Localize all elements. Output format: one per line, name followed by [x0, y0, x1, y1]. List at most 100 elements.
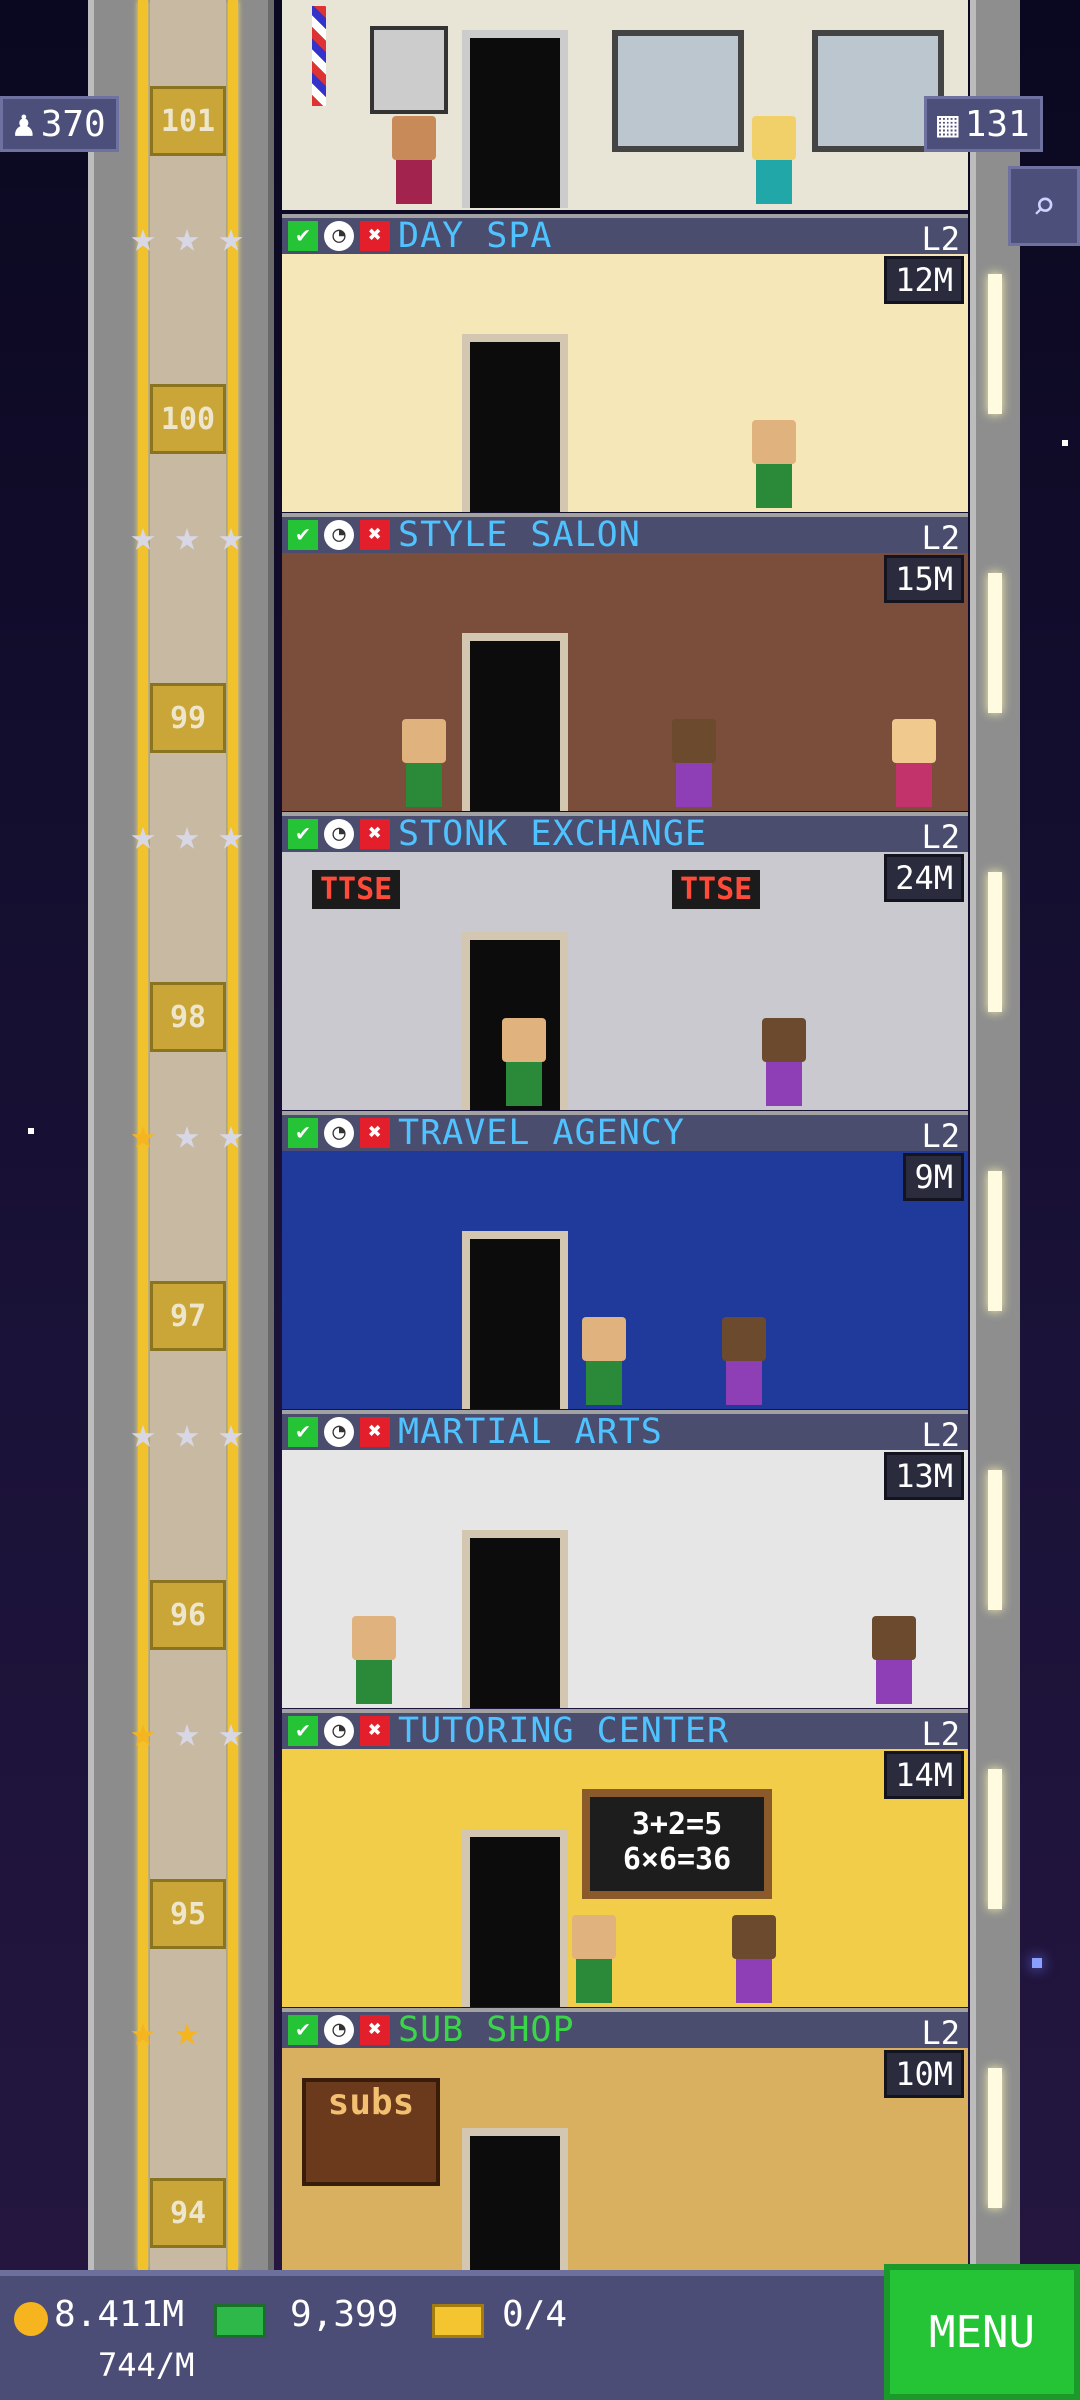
floor-95[interactable]: ✔ ◔ ✖ TUTORING CENTER L2 14M 3+2=5 6×6=36: [282, 1709, 968, 2007]
search-button[interactable]: ⌕: [1008, 166, 1080, 246]
elevator-door: [462, 1829, 568, 2007]
bitizen[interactable]: [392, 116, 436, 204]
clock-icon: ◔: [324, 221, 354, 251]
chalkboard: 3+2=5 6×6=36: [582, 1789, 772, 1899]
wall-picture: [370, 26, 448, 114]
floor-title-bar[interactable]: ✔ ◔ ✖ TUTORING CENTER L2: [282, 1709, 968, 1753]
floor-name: DAY SPA: [398, 216, 553, 256]
bitizen[interactable]: [582, 1317, 626, 1405]
floor-title-bar[interactable]: ✔ ◔ ✖ STONK EXCHANGE L2: [282, 812, 968, 856]
floor-room[interactable]: 14M 3+2=5 6×6=36: [282, 1749, 968, 2007]
elevator-door: [462, 1231, 568, 1409]
checkmark-icon: ✔: [288, 520, 318, 550]
silver-star-icon: ★: [130, 810, 156, 859]
floor-room[interactable]: 15M: [282, 553, 968, 811]
wall-light: [988, 1171, 1002, 1311]
wall-light: [988, 573, 1002, 713]
floor-room[interactable]: 13M: [282, 1450, 968, 1708]
floor-stars: ★ ★: [122, 2010, 262, 2060]
floor-94[interactable]: ✔ ◔ ✖ SUB SHOP L2 10M subs: [282, 2008, 968, 2306]
floor-96[interactable]: ✔ ◔ ✖ MARTIAL ARTS L2 13M: [282, 1410, 968, 1708]
floor-97[interactable]: ✔ ◔ ✖ TRAVEL AGENCY L2 9M: [282, 1111, 968, 1409]
floor-price-tag: 15M: [884, 555, 964, 603]
floor-number: 98: [150, 982, 226, 1052]
floors-badge[interactable]: ▦ 131: [924, 96, 1043, 152]
floor-98[interactable]: ✔ ◔ ✖ STONK EXCHANGE L2 24M TTSE TTSE: [282, 812, 968, 1110]
checkmark-icon: ✔: [288, 1716, 318, 1746]
wall-light: [988, 872, 1002, 1012]
bitizen[interactable]: [502, 1018, 546, 1106]
floor-name: STONK EXCHANGE: [398, 814, 708, 854]
clock-icon: ◔: [324, 1716, 354, 1746]
floor-price-tag: 14M: [884, 1751, 964, 1799]
floor-99[interactable]: ✔ ◔ ✖ STYLE SALON L2 15M: [282, 513, 968, 811]
close-icon: ✖: [360, 1417, 390, 1447]
barber-pole: [312, 6, 326, 106]
silver-star-icon: ★: [218, 810, 244, 859]
bitizen[interactable]: [752, 420, 796, 508]
clock-icon: ◔: [324, 1118, 354, 1148]
mirror: [612, 30, 744, 152]
bitizen[interactable]: [572, 1915, 616, 2003]
wall-light: [988, 1470, 1002, 1610]
floor-room[interactable]: 24M TTSE TTSE: [282, 852, 968, 1110]
elevator-door: [462, 30, 568, 208]
wall-light: [988, 1769, 1002, 1909]
floor-level: L2: [921, 519, 960, 557]
floor-price-tag: 9M: [903, 1153, 964, 1201]
floor-101-room[interactable]: [282, 0, 968, 210]
silver-star-icon: ★: [218, 1109, 244, 1158]
floor-100[interactable]: ✔ ◔ ✖ DAY SPA L2 12M: [282, 214, 968, 512]
floor-number: 100: [150, 384, 226, 454]
silver-star-icon: ★: [130, 1408, 156, 1457]
checkmark-icon: ✔: [288, 819, 318, 849]
silver-star-icon: ★: [174, 511, 200, 560]
floor-name: STYLE SALON: [398, 515, 641, 555]
star: [1062, 440, 1068, 446]
bitizen[interactable]: [732, 1915, 776, 2003]
silver-star-icon: ★: [130, 212, 156, 261]
menu-button[interactable]: MENU: [884, 2264, 1080, 2400]
bux-value: 9,399: [290, 2294, 399, 2335]
bitizen[interactable]: [722, 1317, 766, 1405]
silver-star-icon: ★: [174, 1109, 200, 1158]
floor-room[interactable]: 12M: [282, 254, 968, 512]
close-icon: ✖: [360, 1118, 390, 1148]
floor-price-tag: 12M: [884, 256, 964, 304]
floor-number: 95: [150, 1879, 226, 1949]
floor-level: L2: [921, 1416, 960, 1454]
silver-star-icon: ★: [218, 511, 244, 560]
coin-icon: [14, 2302, 48, 2336]
floor-title-bar[interactable]: ✔ ◔ ✖ TRAVEL AGENCY L2: [282, 1111, 968, 1155]
floor-title-bar[interactable]: ✔ ◔ ✖ MARTIAL ARTS L2: [282, 1410, 968, 1454]
floor-stars: ★ ★ ★: [122, 216, 262, 266]
subs-sign: subs: [302, 2078, 440, 2186]
bitizen[interactable]: [352, 1616, 396, 1704]
bitizen[interactable]: [402, 719, 446, 807]
bitizen[interactable]: [892, 719, 936, 807]
gold-star-icon: ★: [130, 1707, 156, 1756]
checkmark-icon: ✔: [288, 2015, 318, 2045]
floor-room[interactable]: 10M subs: [282, 2048, 968, 2306]
bitizen[interactable]: [872, 1616, 916, 1704]
building-icon: ▦: [937, 103, 959, 145]
population-badge[interactable]: ♟ 370: [0, 96, 119, 152]
floor-stars: ★ ★ ★: [122, 1412, 262, 1462]
chalkboard-line: 6×6=36: [622, 1842, 732, 1877]
floor-name: TRAVEL AGENCY: [398, 1113, 685, 1153]
coin-rate: 744/M: [98, 2346, 195, 2384]
clock-icon: ◔: [324, 2015, 354, 2045]
bitizen[interactable]: [672, 719, 716, 807]
close-icon: ✖: [360, 221, 390, 251]
floor-title-bar[interactable]: ✔ ◔ ✖ STYLE SALON L2: [282, 513, 968, 557]
floor-title-bar[interactable]: ✔ ◔ ✖ SUB SHOP L2: [282, 2008, 968, 2052]
bitizen[interactable]: [752, 116, 796, 204]
floor-stars: ★ ★ ★: [122, 515, 262, 565]
magnifier-icon: ⌕: [1031, 183, 1057, 229]
silver-star-icon: ★: [174, 1707, 200, 1756]
floor-title-bar[interactable]: ✔ ◔ ✖ DAY SPA L2: [282, 214, 968, 258]
floor-number: 94: [150, 2178, 226, 2248]
bitizen[interactable]: [762, 1018, 806, 1106]
floor-room[interactable]: 9M: [282, 1151, 968, 1409]
floor-name: TUTORING CENTER: [398, 1711, 730, 1751]
